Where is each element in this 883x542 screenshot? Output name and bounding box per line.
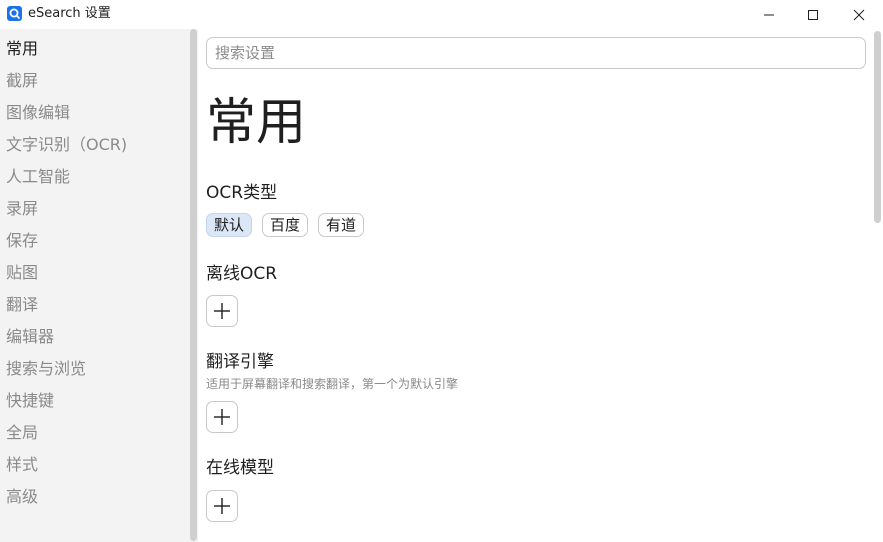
settings-main: 常用 OCR类型 默认 百度 有道 离线OCR 翻译引擎 适用于屏幕翻译和搜索翻…: [198, 29, 871, 542]
title-bar: eSearch 设置: [0, 0, 883, 29]
minimize-button[interactable]: [746, 0, 792, 29]
sidebar-scrollbar[interactable]: [190, 29, 198, 542]
sidebar-item-ai[interactable]: 人工智能: [6, 167, 70, 187]
sidebar-item-translate[interactable]: 翻译: [6, 295, 38, 315]
sidebar-item-search-browse[interactable]: 搜索与浏览: [6, 359, 86, 379]
search-settings-input[interactable]: [206, 37, 866, 69]
sidebar-item-ocr[interactable]: 文字识别（OCR): [6, 135, 127, 155]
maximize-icon: [808, 9, 818, 20]
settings-sidebar: 常用 截屏 图像编辑 文字识别（OCR) 人工智能 录屏 保存 贴图 翻译 编辑…: [0, 29, 190, 542]
ocr-type-option-baidu[interactable]: 百度: [262, 213, 309, 237]
sidebar-item-pin[interactable]: 贴图: [6, 263, 38, 283]
sidebar-item-save[interactable]: 保存: [6, 231, 38, 251]
window-title: eSearch 设置: [28, 6, 111, 21]
page-title: 常用: [206, 93, 306, 151]
sidebar-item-shortcuts[interactable]: 快捷键: [6, 391, 54, 411]
sidebar-item-screen-record[interactable]: 录屏: [6, 199, 38, 219]
sidebar-item-advanced[interactable]: 高级: [6, 487, 38, 507]
main-scrollbar[interactable]: [871, 29, 883, 542]
add-translate-engine-button[interactable]: [206, 401, 238, 433]
sidebar-item-general[interactable]: 常用: [6, 39, 38, 59]
add-online-model-button[interactable]: [206, 490, 238, 522]
sidebar-scrollbar-thumb[interactable]: [190, 29, 197, 541]
sidebar-item-screenshot[interactable]: 截屏: [6, 71, 38, 91]
sidebar-item-style[interactable]: 样式: [6, 455, 38, 475]
plus-icon: [214, 498, 230, 514]
online-model-title: 在线模型: [206, 458, 274, 478]
main-scrollbar-thumb[interactable]: [874, 31, 881, 223]
sidebar-item-global[interactable]: 全局: [6, 423, 38, 443]
plus-icon: [214, 303, 230, 319]
esearch-logo-icon: [7, 6, 22, 21]
maximize-button[interactable]: [790, 0, 836, 29]
sidebar-item-image-edit[interactable]: 图像编辑: [6, 103, 70, 123]
close-icon: [853, 9, 865, 20]
sidebar-item-editor[interactable]: 编辑器: [6, 327, 54, 347]
translate-engine-title: 翻译引擎: [206, 352, 274, 372]
translate-engine-description: 适用于屏幕翻译和搜索翻译，第一个为默认引擎: [206, 377, 459, 391]
ocr-type-option-default[interactable]: 默认: [206, 213, 253, 237]
add-offline-ocr-button[interactable]: [206, 295, 238, 327]
minimize-icon: [764, 14, 774, 15]
offline-ocr-title: 离线OCR: [206, 264, 278, 284]
plus-icon: [214, 409, 230, 425]
close-button[interactable]: [836, 0, 882, 29]
ocr-type-option-youdao[interactable]: 有道: [318, 213, 365, 237]
ocr-type-title: OCR类型: [206, 183, 278, 203]
